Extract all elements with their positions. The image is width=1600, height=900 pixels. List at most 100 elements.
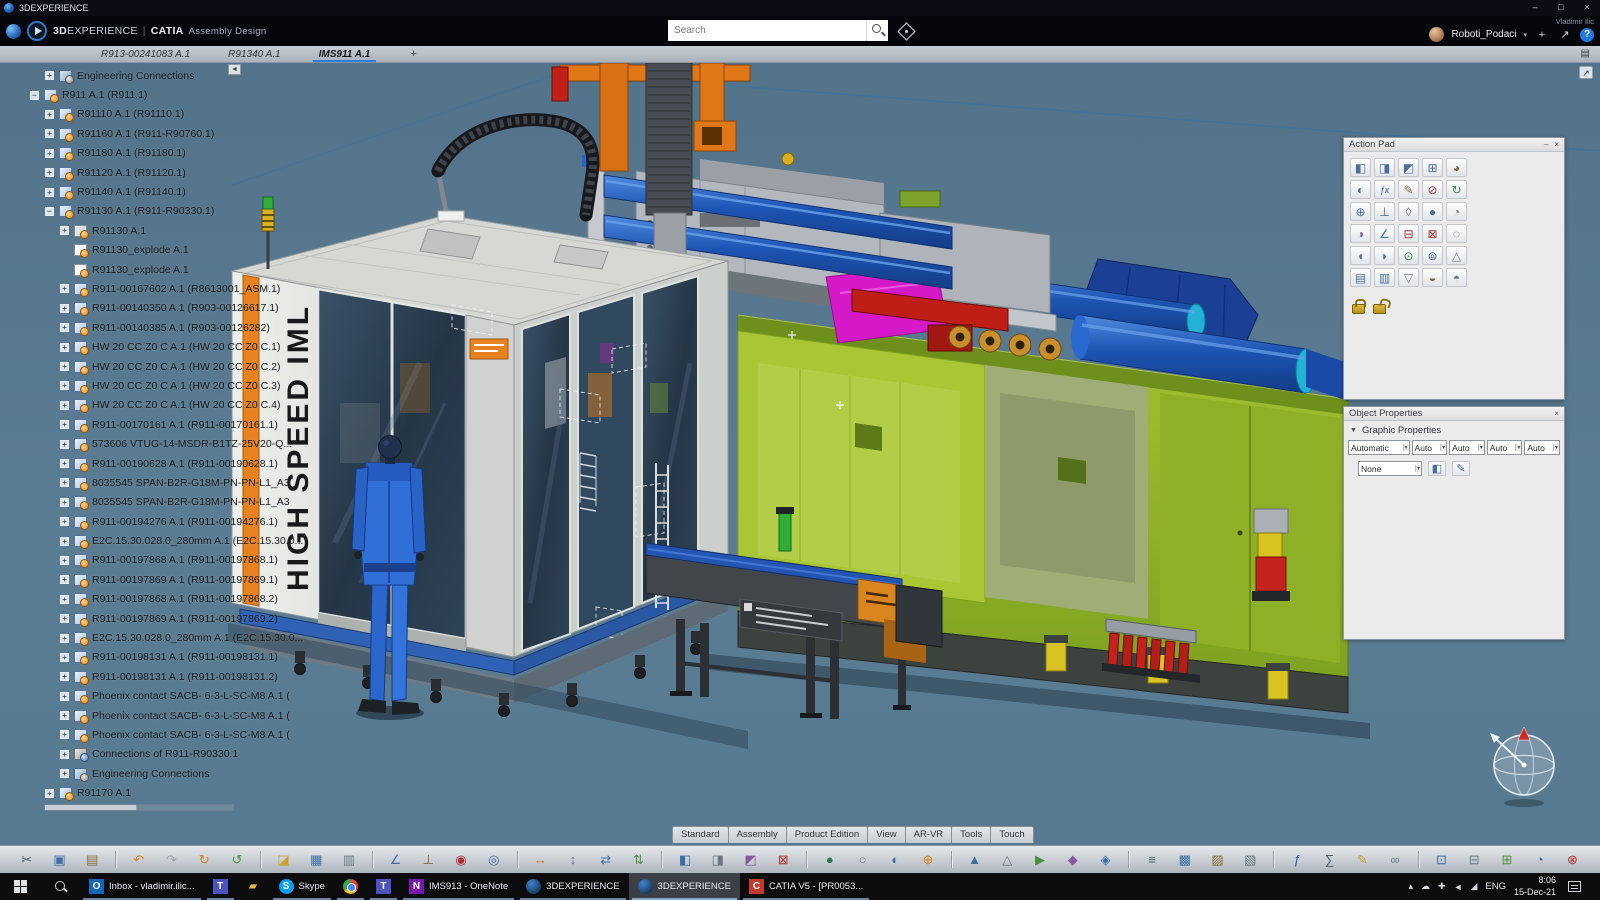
taskbar-search-button[interactable] bbox=[40, 873, 80, 900]
tree-item[interactable]: +R911-00197869 A.1 (R911-00197869.1) bbox=[26, 570, 303, 589]
zoom-icon[interactable]: ⊕ bbox=[1350, 202, 1371, 221]
cut-icon[interactable]: ✂ bbox=[17, 850, 37, 870]
view-tab-assembly[interactable]: Assembly bbox=[728, 826, 787, 843]
tree-item[interactable]: R91130_explode A.1 bbox=[26, 260, 303, 279]
paint-bucket-icon[interactable]: ◧ bbox=[1428, 461, 1446, 476]
tree-expander[interactable]: + bbox=[60, 478, 69, 487]
clash-icon[interactable]: ⊠ bbox=[773, 850, 793, 870]
taskbar-app-3dexperience-1[interactable]: 3DEXPERIENCE bbox=[517, 873, 628, 900]
tree-expander[interactable]: + bbox=[45, 149, 54, 158]
tree-expander[interactable]: + bbox=[60, 672, 69, 681]
tree-item[interactable]: +Phoenix contact SACB- 6-3-L-SC-M8 A.1 ( bbox=[26, 687, 303, 706]
graphic-prop-select[interactable]: Auto▾ bbox=[1524, 440, 1560, 455]
tree-item[interactable]: +R911-00197868 A.1 (R911-00197868.2) bbox=[26, 590, 303, 609]
play-icon[interactable]: ▶ bbox=[1030, 850, 1050, 870]
tree-item[interactable]: +HW 20 CC Z0 C A.1 (HW 20 CC Z0 C.3) bbox=[26, 376, 303, 395]
sum-icon[interactable]: ∑ bbox=[1320, 850, 1340, 870]
graphic-prop-select[interactable]: Auto▾ bbox=[1412, 440, 1448, 455]
sketch-icon[interactable]: ✎ bbox=[1352, 850, 1372, 870]
measure-icon[interactable]: ∠ bbox=[386, 850, 406, 870]
graphic-prop-select[interactable]: Auto▾ bbox=[1449, 440, 1485, 455]
tree-expander[interactable]: + bbox=[60, 343, 69, 352]
tree-expander[interactable]: + bbox=[60, 575, 69, 584]
tree-expander[interactable]: + bbox=[60, 750, 69, 759]
unlock-icon[interactable] bbox=[1373, 304, 1386, 314]
target-icon[interactable]: ⊕ bbox=[918, 850, 938, 870]
tree-expander[interactable]: + bbox=[60, 401, 69, 410]
document-tab[interactable]: R913-00241083 A.1 bbox=[95, 46, 196, 62]
tree-item[interactable]: −R911 A.1 (R911.1) bbox=[26, 85, 303, 104]
taskbar-app-onenote[interactable]: NIMS913 - OneNote bbox=[400, 873, 517, 900]
tree-item[interactable]: −R91130 A.1 (R911-R90330.1) bbox=[26, 202, 303, 221]
tree-expander[interactable]: + bbox=[60, 440, 69, 449]
clash-icon[interactable]: ⊠ bbox=[1422, 224, 1443, 243]
open-icon[interactable]: ◪ bbox=[274, 850, 294, 870]
3d-viewport[interactable]: HIGH SPEED IML bbox=[0, 63, 1600, 845]
print-icon[interactable]: ▥ bbox=[339, 850, 359, 870]
maximize-button[interactable]: □ bbox=[1548, 0, 1574, 16]
tree-expander[interactable]: + bbox=[45, 188, 54, 197]
grid-icon[interactable]: ▩ bbox=[1175, 850, 1195, 870]
camera-right-icon[interactable]: ◗ bbox=[1374, 246, 1395, 265]
tree-item[interactable]: R91130_explode A.1 bbox=[26, 241, 303, 260]
shade-icon[interactable]: ● bbox=[1422, 202, 1443, 221]
ghost-icon[interactable]: ◌ bbox=[1446, 224, 1467, 243]
section-collapse-icon[interactable]: ▼ bbox=[1350, 427, 1357, 434]
list-icon[interactable]: ≡ bbox=[1142, 850, 1162, 870]
tree-expander[interactable]: + bbox=[45, 789, 54, 798]
paste-icon[interactable]: ▤ bbox=[82, 850, 102, 870]
tree-expander[interactable]: + bbox=[45, 110, 54, 119]
tree-item[interactable]: +R911-00197868 A.1 (R911-00197868.1) bbox=[26, 551, 303, 570]
collapse-icon[interactable]: ⊟ bbox=[1464, 850, 1484, 870]
insert-existing-icon[interactable]: ◧ bbox=[1350, 158, 1371, 177]
tree-item[interactable]: +R91170 A.1 bbox=[26, 783, 303, 802]
diamond-icon[interactable]: ◆ bbox=[1063, 850, 1083, 870]
tree-item[interactable]: +Connections of R911-R90330.1 bbox=[26, 745, 303, 764]
tree-item[interactable]: +Engineering Connections bbox=[26, 764, 303, 783]
distribute-icon[interactable]: ▥ bbox=[1374, 268, 1395, 287]
panel-close-icon[interactable]: × bbox=[1554, 409, 1559, 418]
tree-item[interactable]: +R91140 A.1 (R91140.1) bbox=[26, 182, 303, 201]
section-bottom-icon[interactable]: ◓ bbox=[1446, 268, 1467, 287]
measure-icon[interactable]: ∠ bbox=[1374, 224, 1395, 243]
tree-expander[interactable]: + bbox=[60, 769, 69, 778]
tag-filter-icon[interactable] bbox=[896, 21, 916, 41]
tree-expander[interactable]: + bbox=[45, 129, 54, 138]
tree-item[interactable]: +R91160 A.1 (R911-R90760.1) bbox=[26, 124, 303, 143]
taskbar-app-chrome[interactable] bbox=[334, 873, 367, 900]
quadrant-left-icon[interactable]: ◧ bbox=[675, 850, 695, 870]
rebuild-icon[interactable]: ↺ bbox=[227, 850, 247, 870]
tree-item[interactable]: +R911-00194276 A.1 (R911-00194276.1) bbox=[26, 512, 303, 531]
replace-icon[interactable]: ◕ bbox=[1446, 158, 1467, 177]
network-icon[interactable]: ◢ bbox=[1470, 881, 1477, 892]
paint-icon[interactable]: ◑ bbox=[1350, 224, 1371, 243]
tree-item[interactable]: +E2C.15.30.028.0_280mm A.1 (E2C.15.30.0.… bbox=[26, 531, 303, 550]
tree-item[interactable]: +R911-00140350 A.1 (R903-00126617.1) bbox=[26, 299, 303, 318]
mask-icon[interactable]: ◊ bbox=[1398, 202, 1419, 221]
tree-collapse-button[interactable]: ◄ bbox=[228, 64, 241, 75]
tree-item[interactable]: +HW 20 CC Z0 C A.1 (HW 20 CC Z0 C.1) bbox=[26, 337, 303, 356]
tree-expander[interactable]: + bbox=[60, 692, 69, 701]
undo-icon[interactable]: ↶ bbox=[129, 850, 149, 870]
gem-icon[interactable]: ◈ bbox=[1096, 850, 1116, 870]
plane-icon[interactable]: △ bbox=[997, 850, 1017, 870]
view-tab-tools[interactable]: Tools bbox=[951, 826, 991, 843]
tree-item[interactable]: +E2C.15.30.028.0_280mm A.1 (E2C.15.30.0.… bbox=[26, 628, 303, 647]
anchor-icon[interactable]: ⊥ bbox=[418, 850, 438, 870]
minimize-button[interactable]: – bbox=[1522, 0, 1548, 16]
close-button[interactable]: × bbox=[1574, 0, 1600, 16]
reorder-icon[interactable]: ◐ bbox=[1350, 180, 1371, 199]
tree-item[interactable]: +R91110 A.1 (R91110.1) bbox=[26, 105, 303, 124]
help-button[interactable]: ? bbox=[1580, 28, 1594, 42]
security-icon[interactable]: ✚ bbox=[1438, 881, 1446, 892]
new-product-icon[interactable]: ◨ bbox=[1374, 158, 1395, 177]
tree-item[interactable]: +Phoenix contact SACB- 6-3-L-SC-M8 A.1 ( bbox=[26, 706, 303, 725]
graphic-prop-select[interactable]: Automatic▾ bbox=[1348, 440, 1410, 455]
tree-expander[interactable]: + bbox=[60, 304, 69, 313]
3dexperience-compass-icon[interactable] bbox=[27, 21, 47, 41]
swap-icon[interactable]: ⇄ bbox=[596, 850, 616, 870]
panel-close-icon[interactable]: × bbox=[1554, 140, 1559, 149]
tree-expander[interactable]: + bbox=[60, 517, 69, 526]
panel-toggle-icon[interactable]: ▤ bbox=[1581, 48, 1590, 59]
magnet-icon[interactable]: ◎ bbox=[484, 850, 504, 870]
